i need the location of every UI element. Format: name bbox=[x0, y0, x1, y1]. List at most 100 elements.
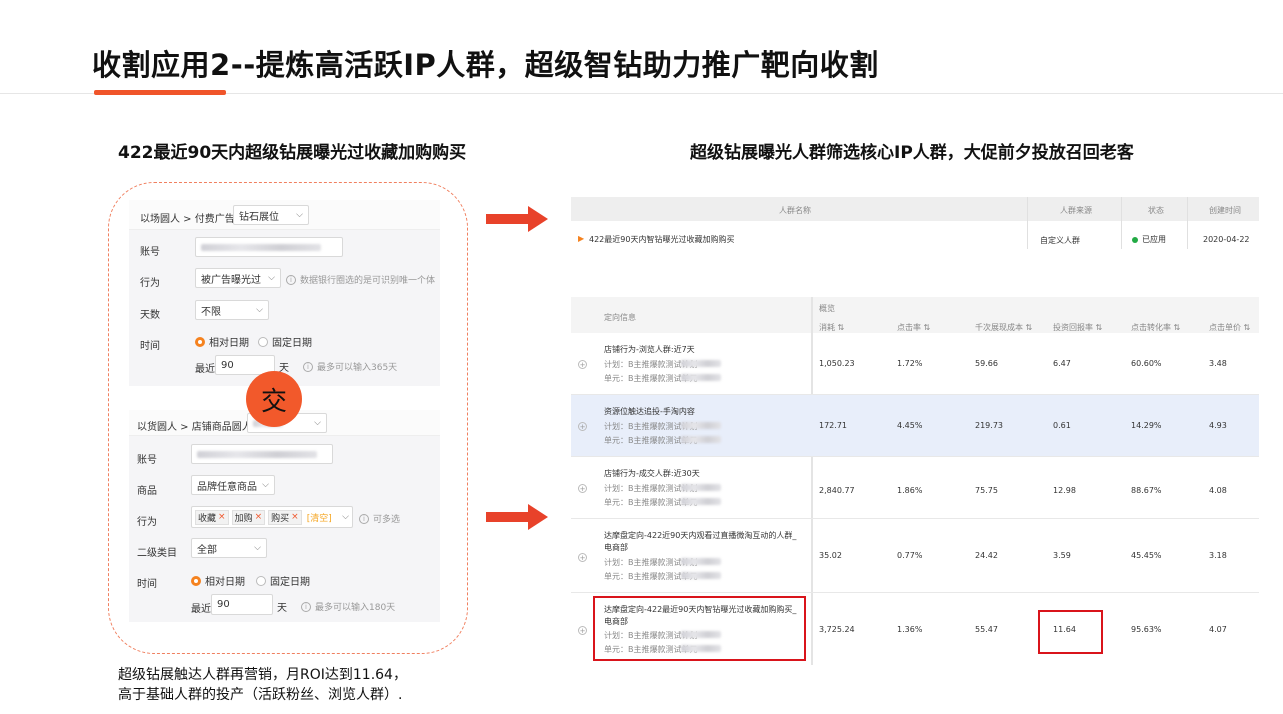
col-divider bbox=[1187, 197, 1188, 249]
metrics-th-2[interactable]: 千次展现成本 ⇅ bbox=[975, 322, 1032, 333]
info-icon: i bbox=[286, 274, 296, 285]
crowd-row-source: 自定义人群 bbox=[1040, 236, 1080, 245]
metrics-th-targeting: 定向信息 bbox=[604, 313, 636, 322]
cell: 2,840.77 bbox=[819, 486, 855, 495]
clear-link[interactable]: [清空] bbox=[307, 511, 332, 524]
close-icon[interactable]: × bbox=[218, 512, 226, 522]
form2-category-select[interactable]: 全部 ⌵ bbox=[191, 538, 267, 558]
form2-radio-fixed[interactable]: 固定日期 bbox=[256, 573, 310, 588]
tag-buy[interactable]: 购买 × bbox=[268, 509, 302, 525]
form2-category-label: 二级类目 bbox=[137, 548, 177, 559]
cell: 1.72% bbox=[897, 359, 923, 368]
close-icon[interactable]: × bbox=[291, 512, 299, 522]
form2-goods-select[interactable]: 品牌任意商品 ⌵ bbox=[191, 475, 275, 495]
form2-behavior-multiselect[interactable]: 收藏 × 加购 × 购买 × [清空] ⌵ bbox=[191, 506, 353, 528]
form1-account-field[interactable] bbox=[195, 237, 343, 257]
form2-max-hint: 最多可以输入180天 bbox=[315, 603, 396, 613]
intersection-badge: 交 bbox=[246, 371, 302, 427]
crowd-th-date: 创建时间 bbox=[1209, 206, 1241, 215]
page-title: 收割应用2--提炼高活跃IP人群，超级智钻助力推广靶向收割 bbox=[92, 42, 879, 84]
metrics-th-overview: 概览 bbox=[819, 304, 835, 313]
form2-goods-value: 品牌任意商品 bbox=[197, 481, 257, 493]
form1-recent-label: 最近 bbox=[195, 364, 215, 375]
crowd-table: 人群名称 人群来源 状态 创建时间 ▶ 422最近90天内智钻曝光过收藏加购购买… bbox=[571, 197, 1259, 249]
table-row[interactable]: + 达摩盘定向-422近90天内观看过直播微淘互动的人群_ 电商部 计划：B主推… bbox=[571, 519, 1259, 593]
info-icon: i bbox=[359, 513, 369, 524]
metrics-th-0[interactable]: 消耗 ⇅ bbox=[819, 322, 844, 333]
title-rest: --提炼高活跃IP人群，超级智钻助力推广靶向收割 bbox=[230, 48, 879, 82]
metrics-th-3[interactable]: 投资回报率 ⇅ bbox=[1053, 322, 1102, 333]
form2-recent-value: 90 bbox=[217, 599, 230, 610]
metrics-th-1[interactable]: 点击率 ⇅ bbox=[897, 322, 930, 333]
form2-multi-hint-wrap: i 可多选 bbox=[359, 512, 400, 525]
crowd-th-name: 人群名称 bbox=[779, 206, 811, 215]
form1-max-hint: 最多可以输入365天 bbox=[317, 363, 398, 373]
chevron-down-icon: ⌵ bbox=[296, 210, 303, 220]
form2-time-label: 时间 bbox=[137, 579, 157, 590]
form1-radio-relative[interactable]: 相对日期 bbox=[195, 334, 249, 349]
form1-days-select[interactable]: 不限 ⌵ bbox=[195, 300, 269, 320]
row-name: 达摩盘定向-422近90天内观看过直播微淘互动的人群_ bbox=[604, 531, 797, 540]
form2-max-hint-wrap: i 最多可以输入180天 bbox=[301, 600, 395, 613]
cell: 3,725.24 bbox=[819, 625, 855, 634]
expand-plus-icon[interactable]: + bbox=[578, 360, 587, 369]
radio-checked-icon bbox=[195, 336, 205, 347]
form1-days-label: 天数 bbox=[140, 310, 160, 321]
form1-recent-value: 90 bbox=[221, 359, 234, 371]
cell: 0.61 bbox=[1053, 421, 1071, 430]
info-icon: i bbox=[303, 361, 313, 372]
tag-collect[interactable]: 收藏 × bbox=[195, 509, 229, 525]
form2-account-field[interactable] bbox=[191, 444, 333, 464]
summary-line-2: 高于基础人群的投产（活跃粉丝、浏览人群）. bbox=[118, 687, 403, 703]
expand-triangle-icon[interactable]: ▶ bbox=[578, 234, 584, 243]
form1-crumb-select[interactable]: 钻石展位 ⌵ bbox=[233, 205, 309, 225]
table-row[interactable]: + 店铺行为-浏览人群:近7天 计划：B主推爆款测试计划 单元：B主推爆款测试单… bbox=[571, 333, 1259, 395]
cell: 60.60% bbox=[1131, 359, 1162, 368]
table-row[interactable]: + 资源位触达追投-手淘内容 计划：B主推爆款测试计划 单元：B主推爆款测试单元… bbox=[571, 395, 1259, 457]
expand-plus-icon[interactable]: + bbox=[578, 553, 587, 562]
expand-plus-icon[interactable]: + bbox=[578, 626, 587, 635]
blurred-text bbox=[681, 360, 721, 367]
table-row[interactable]: + 店铺行为-成交人群:近30天 计划：B主推爆款测试计划 单元：B主推爆款测试… bbox=[571, 457, 1259, 519]
form1-behavior-value: 被广告曝光过 bbox=[201, 274, 261, 286]
form1-max-hint-wrap: i 最多可以输入365天 bbox=[303, 360, 397, 373]
blurred-text bbox=[681, 484, 721, 491]
blurred-text bbox=[681, 422, 721, 429]
crowd-row-date: 2020-04-22 bbox=[1203, 235, 1250, 244]
cell: 95.63% bbox=[1131, 625, 1162, 634]
cell: 14.29% bbox=[1131, 421, 1162, 430]
row-name-2: 电商部 bbox=[604, 543, 628, 552]
cell: 4.93 bbox=[1209, 421, 1227, 430]
form2-opt-relative: 相对日期 bbox=[205, 577, 245, 588]
form2-recent-input[interactable]: 90 bbox=[211, 594, 273, 615]
form1-behavior-hint-wrap: i 数据银行圈选的是可识别唯一个体 bbox=[286, 273, 440, 286]
form1-behavior-select[interactable]: 被广告曝光过 ⌵ bbox=[195, 268, 281, 288]
cell: 12.98 bbox=[1053, 486, 1076, 495]
tag-addcart[interactable]: 加购 × bbox=[231, 509, 266, 525]
crowd-row-name[interactable]: 422最近90天内智钻曝光过收藏加购购买 bbox=[589, 234, 734, 245]
cell: 4.07 bbox=[1209, 625, 1227, 634]
form1-crumb: 以场圆人 > 付费广告 bbox=[140, 214, 235, 225]
close-icon[interactable]: × bbox=[255, 512, 263, 522]
cell: 219.73 bbox=[975, 421, 1003, 430]
chevron-down-icon: ⌵ bbox=[342, 512, 349, 522]
radio-unchecked-icon bbox=[256, 575, 266, 586]
col-divider bbox=[1027, 197, 1028, 249]
form2-category-value: 全部 bbox=[197, 544, 217, 556]
expand-plus-icon[interactable]: + bbox=[578, 422, 587, 431]
row-name: 店铺行为-成交人群:近30天 bbox=[604, 469, 700, 478]
form2-radio-relative[interactable]: 相对日期 bbox=[191, 573, 245, 588]
arrow-right-icon bbox=[486, 206, 548, 232]
summary-line-1: 超级钻展触达人群再营销，月ROI达到11.64， bbox=[118, 667, 407, 683]
radio-checked-icon bbox=[191, 575, 201, 586]
form1-radio-fixed[interactable]: 固定日期 bbox=[258, 334, 312, 349]
metrics-th-5[interactable]: 点击单价 ⇅ bbox=[1209, 322, 1250, 333]
tag-label: 加购 bbox=[234, 513, 253, 524]
form1-behavior-hint: 数据银行圈选的是可识别唯一个体 bbox=[300, 276, 436, 286]
form2-goods-label: 商品 bbox=[137, 486, 157, 497]
status-dot-icon bbox=[1132, 236, 1138, 243]
cell: 3.59 bbox=[1053, 551, 1071, 560]
row-name: 资源位触达追投-手淘内容 bbox=[604, 407, 695, 416]
expand-plus-icon[interactable]: + bbox=[578, 484, 587, 493]
metrics-th-4[interactable]: 点击转化率 ⇅ bbox=[1131, 322, 1180, 333]
